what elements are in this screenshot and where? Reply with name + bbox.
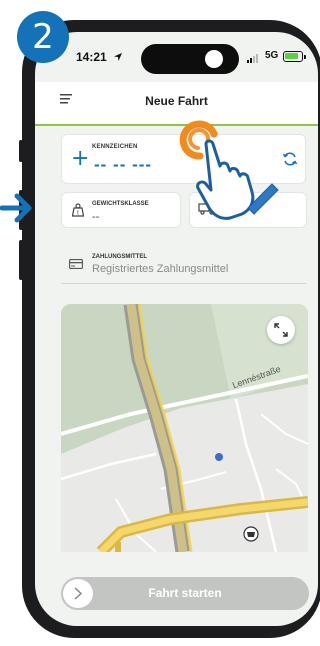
- camera-dot: [205, 50, 223, 68]
- location-arrow-icon: [114, 53, 122, 61]
- plus-icon[interactable]: +: [71, 148, 89, 170]
- battery-icon: [283, 51, 303, 62]
- phone-side-button: [19, 140, 23, 162]
- refresh-icon[interactable]: [282, 151, 298, 167]
- signal-icon: [247, 54, 258, 63]
- credit-card-icon: [69, 259, 83, 269]
- battery-tip: [304, 55, 306, 59]
- map-graphic: [61, 304, 308, 552]
- expand-icon: [274, 323, 288, 337]
- start-trip-button[interactable]: Fahrt starten: [61, 577, 309, 610]
- step-number-badge: 2: [17, 11, 69, 63]
- dynamic-island: [141, 44, 239, 74]
- plate-value[interactable]: -- -- ---: [94, 155, 152, 175]
- phone-volume-down: [19, 240, 23, 280]
- battery-level: [285, 53, 298, 59]
- weight-icon: t: [72, 203, 84, 217]
- payment-label: ZAHLUNGSMITTEL: [92, 254, 147, 260]
- expand-map-button[interactable]: [267, 316, 295, 344]
- status-time: 14:21: [76, 50, 107, 64]
- payment-method-row[interactable]: ZAHLUNGSMITTEL Registriertes Zahlungsmit…: [61, 245, 306, 284]
- weight-label: GEWICHTSKLASSE: [92, 201, 149, 207]
- page-title: Neue Fahrt: [145, 94, 208, 108]
- plate-label: KENNZEICHEN: [92, 144, 138, 150]
- weight-value: --: [92, 211, 100, 223]
- map-view[interactable]: Lennéstraße: [61, 304, 308, 552]
- network-label: 5G: [265, 50, 279, 61]
- start-trip-label: Fahrt starten: [148, 586, 222, 600]
- hand-pointer-icon: [179, 120, 279, 220]
- payment-value: Registriertes Zahlungsmittel: [92, 263, 229, 275]
- arrow-right-icon: [0, 193, 32, 223]
